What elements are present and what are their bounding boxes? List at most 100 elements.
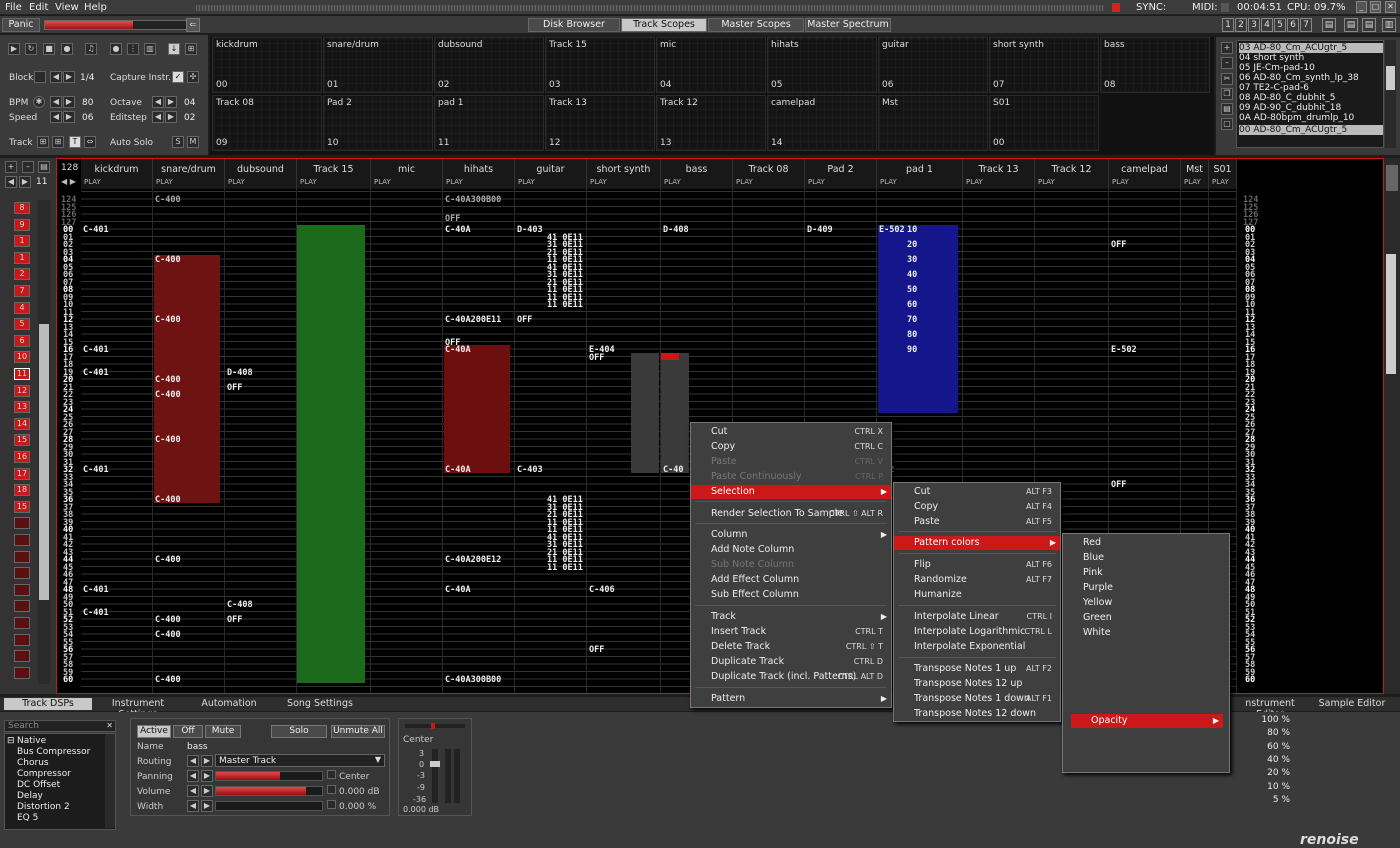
snare-note[interactable]: C-400 bbox=[155, 630, 181, 640]
snare-note[interactable]: C-400 bbox=[155, 555, 181, 565]
panning-slider[interactable] bbox=[215, 771, 323, 781]
pan-knob[interactable] bbox=[431, 723, 435, 729]
scope-7[interactable]: short synth 07 bbox=[989, 37, 1099, 93]
bpm-dec-icon[interactable]: ◀ bbox=[50, 96, 62, 108]
play-icon[interactable]: ▶ bbox=[8, 43, 20, 55]
opacity-value[interactable]: 40 % bbox=[1250, 755, 1290, 765]
track-header-6[interactable]: guitar PLAY bbox=[515, 159, 587, 189]
opacity-value[interactable]: 10 % bbox=[1250, 782, 1290, 792]
pad1-volume[interactable]: 40 bbox=[907, 270, 917, 280]
seq-slot-empty[interactable] bbox=[14, 617, 30, 629]
track-header-10[interactable]: Pad 2 PLAY bbox=[805, 159, 877, 189]
snare-note[interactable]: C-400 bbox=[155, 315, 181, 325]
record-icon[interactable]: ● bbox=[61, 43, 73, 55]
bass-note[interactable]: D-408 bbox=[663, 225, 689, 235]
shortsynth-note[interactable]: OFF bbox=[589, 645, 604, 655]
routing-prev-icon[interactable]: ◀ bbox=[187, 755, 199, 767]
kickdrum-note[interactable]: C-401 bbox=[83, 585, 109, 595]
track-icon-2[interactable]: ⊞ bbox=[52, 136, 64, 148]
capture-icon[interactable]: ✣ bbox=[187, 71, 199, 83]
menu-item[interactable]: Interpolate Logarithmic CTRL L bbox=[894, 625, 1060, 639]
opacity-value[interactable]: 5 % bbox=[1250, 795, 1290, 805]
guitar-note[interactable]: OFF bbox=[517, 315, 532, 325]
block-inc-icon[interactable]: ▶ bbox=[63, 71, 75, 83]
off-button[interactable]: Off bbox=[173, 725, 203, 738]
octave-inc-icon[interactable]: ▶ bbox=[165, 96, 177, 108]
track-header-9[interactable]: Track 08 PLAY bbox=[733, 159, 805, 189]
dsp-item[interactable]: Compressor bbox=[17, 769, 71, 779]
close-icon[interactable]: ✕ bbox=[1385, 1, 1396, 13]
octave-dec-icon[interactable]: ◀ bbox=[152, 96, 164, 108]
menu-item[interactable]: Interpolate Linear CTRL I bbox=[894, 610, 1060, 624]
instrument-item[interactable]: 07 TE2-C-pad-6 bbox=[1239, 83, 1309, 93]
layout-5[interactable]: 5 bbox=[1274, 18, 1286, 32]
master-volume-slider[interactable] bbox=[44, 20, 198, 30]
disk-browser-toggle-icon[interactable]: ▤ bbox=[1322, 18, 1336, 32]
track-icon-4[interactable]: ⇔ bbox=[84, 136, 96, 148]
save-instrument-icon[interactable]: ▢ bbox=[1221, 118, 1233, 130]
track-header-4[interactable]: mic PLAY bbox=[371, 159, 443, 189]
seq-next-icon[interactable]: ▶ bbox=[19, 176, 31, 188]
tab-automation[interactable]: Automation bbox=[190, 698, 268, 710]
dsp-item[interactable]: Bus Compressor bbox=[17, 747, 90, 757]
unmute-all-button[interactable]: Unmute All bbox=[331, 725, 385, 738]
layout-2[interactable]: 2 bbox=[1235, 18, 1247, 32]
tab-track-dsps[interactable]: Track DSPs bbox=[4, 698, 92, 710]
hihats-note[interactable]: C-40A bbox=[445, 345, 471, 355]
scope-11[interactable]: pad 1 11 bbox=[434, 95, 544, 151]
dsp-scrollbar[interactable] bbox=[105, 734, 115, 828]
color-pink[interactable]: Pink bbox=[1063, 566, 1229, 580]
menu-item[interactable]: Insert Track CTRL T bbox=[691, 625, 891, 639]
dsp-item[interactable]: DC Offset bbox=[17, 780, 60, 790]
seq-slot[interactable]: 15 bbox=[14, 434, 30, 447]
instrument-item[interactable]: 08 AD-80_C_dubhit_5 bbox=[1239, 93, 1335, 103]
tab-instrument-settings[interactable]: Instrument Settings bbox=[92, 698, 184, 720]
lower-frame-toggle-icon[interactable]: ▤ bbox=[1362, 18, 1376, 32]
seq-slot[interactable]: 17 bbox=[14, 467, 30, 480]
scope-0[interactable]: kickdrum 00 bbox=[212, 37, 322, 93]
maximize-icon[interactable]: □ bbox=[1370, 1, 1381, 13]
volume-fader[interactable] bbox=[432, 749, 438, 803]
track-header-15[interactable]: Mst PLAY bbox=[1181, 159, 1209, 189]
volume-checkbox[interactable] bbox=[327, 785, 336, 794]
pad1-volume[interactable]: 50 bbox=[907, 285, 917, 295]
pad1-volume[interactable]: 60 bbox=[907, 300, 917, 310]
menu-item[interactable]: Add Effect Column bbox=[691, 573, 891, 587]
snare-note[interactable]: C-400 bbox=[155, 675, 181, 685]
color-white[interactable]: White bbox=[1063, 626, 1229, 640]
editstep-value[interactable]: 02 bbox=[184, 113, 195, 123]
shortsynth-note[interactable]: C-406 bbox=[589, 585, 615, 595]
scope-13[interactable]: Track 12 13 bbox=[656, 95, 766, 151]
volume-inc-icon[interactable]: ▶ bbox=[201, 785, 213, 797]
menu-item[interactable]: Transpose Notes 12 up bbox=[894, 677, 1060, 691]
solo-m-icon[interactable]: M bbox=[187, 136, 199, 148]
speed-inc-icon[interactable]: ▶ bbox=[63, 111, 75, 123]
dubsound-note[interactable]: OFF bbox=[227, 615, 242, 625]
scope-4[interactable]: mic 04 bbox=[656, 37, 766, 93]
volume-dec-icon[interactable]: ◀ bbox=[187, 785, 199, 797]
tab-song-settings[interactable]: Song Settings bbox=[270, 698, 370, 710]
color-red[interactable]: Red bbox=[1063, 536, 1229, 550]
track-header-8[interactable]: bass PLAY bbox=[661, 159, 733, 189]
menu-item[interactable]: Duplicate Track CTRL D bbox=[691, 655, 891, 669]
menu-item[interactable]: Copy ALT F4 bbox=[894, 500, 1060, 514]
bpm-inc-icon[interactable]: ▶ bbox=[63, 96, 75, 108]
color-yellow[interactable]: Yellow bbox=[1063, 596, 1229, 610]
track-icon-1[interactable]: ⊞ bbox=[37, 136, 49, 148]
menu-item[interactable]: Selection ▶ bbox=[691, 485, 891, 499]
pad1-volume[interactable]: 90 bbox=[907, 345, 917, 355]
routing-select[interactable]: Master Track ▼ bbox=[215, 754, 385, 767]
pad2-note[interactable]: D-409 bbox=[807, 225, 833, 235]
seq-slot-empty[interactable] bbox=[14, 534, 30, 546]
panning-checkbox[interactable] bbox=[327, 770, 336, 779]
opacity-value[interactable]: 100 % bbox=[1250, 715, 1290, 725]
seq-slot[interactable]: 11 bbox=[14, 368, 30, 380]
opacity-value[interactable]: 60 % bbox=[1250, 742, 1290, 752]
mixer-toggle-icon[interactable]: ▥ bbox=[1382, 18, 1396, 32]
upper-frame-toggle-icon[interactable]: ▤ bbox=[1344, 18, 1358, 32]
panning-dec-icon[interactable]: ◀ bbox=[187, 770, 199, 782]
scope-6[interactable]: guitar 06 bbox=[878, 37, 988, 93]
editstep-inc-icon[interactable]: ▶ bbox=[165, 111, 177, 123]
loop-icon[interactable]: ↻ bbox=[25, 43, 37, 55]
menu-item[interactable]: Render Selection To Sample CTRL ⇧ ALT R bbox=[691, 507, 891, 521]
